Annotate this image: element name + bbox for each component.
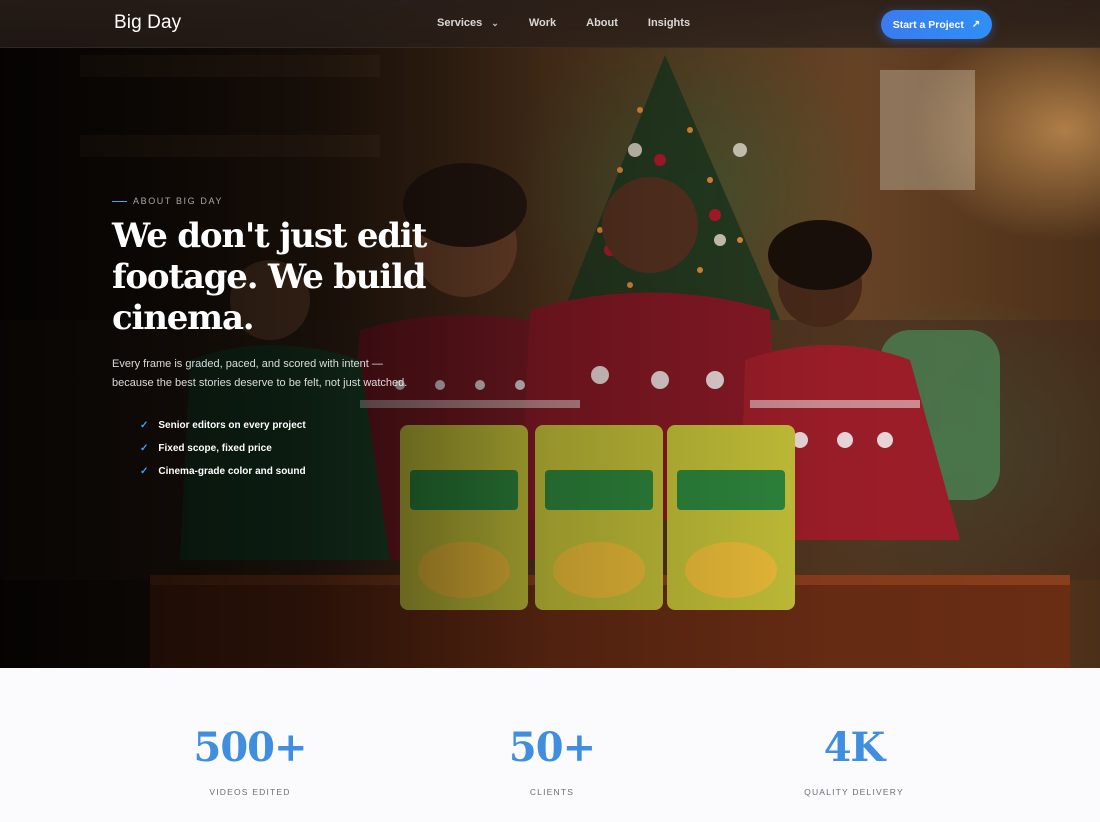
headline-line: footage. We build — [112, 257, 427, 297]
stat-value: 50+ — [508, 724, 596, 771]
nav-link-services[interactable]: Services ⌄ — [437, 17, 499, 29]
feature-item: ✓ Fixed scope, fixed price — [140, 437, 306, 460]
hero-headline: We don't just edit footage. We build cin… — [112, 216, 472, 339]
feature-item: ✓ Senior editors on every project — [140, 414, 306, 437]
headline-line: cinema. — [112, 298, 255, 338]
stats-section: 500+ VIDEOS EDITED 50+ CLIENTS 4K QUALIT… — [0, 668, 1100, 822]
hero-section: ABOUT BIG DAY We don't just edit footage… — [0, 0, 1100, 668]
feature-text: Fixed scope, fixed price — [158, 443, 272, 454]
stat-value: 500+ — [193, 724, 307, 771]
subcopy-line: Every frame is graded, paced, and scored… — [112, 358, 383, 370]
hero-eyebrow: ABOUT BIG DAY — [112, 196, 223, 206]
check-icon: ✓ — [140, 443, 149, 454]
nav-link-work[interactable]: Work — [529, 17, 556, 29]
nav-link-label: Insights — [647, 17, 691, 29]
start-project-button[interactable]: Start a Project ↗ — [881, 10, 992, 39]
check-icon: ✓ — [140, 466, 149, 477]
nav-link-insights[interactable]: Insights — [648, 17, 690, 29]
feature-text: Cinema-grade color and sound — [158, 466, 306, 477]
nav-link-label: About — [586, 17, 618, 29]
feature-text: Senior editors on every project — [158, 420, 306, 431]
top-navigation: Big Day Services ⌄ Work About Insights S… — [0, 0, 1100, 48]
brand-logo[interactable]: Big Day — [114, 12, 181, 34]
feature-list: ✓ Senior editors on every project ✓ Fixe… — [140, 414, 306, 483]
chevron-down-icon: ⌄ — [491, 17, 499, 28]
stat-label: QUALITY DELIVERY — [804, 787, 904, 797]
nav-link-about[interactable]: About — [586, 17, 618, 29]
cta-label: Start a Project — [892, 18, 964, 31]
eyebrow-text: ABOUT BIG DAY — [133, 196, 223, 206]
subcopy-line: because the best stories deserve to be f… — [112, 377, 408, 389]
nav-link-label: Services — [437, 17, 483, 29]
hero-subcopy: Every frame is graded, paced, and scored… — [112, 355, 452, 393]
nav-links: Services ⌄ Work About Insights — [437, 17, 720, 29]
headline-line: We don't just edit — [112, 216, 427, 256]
arrow-up-right-icon: ↗ — [971, 19, 981, 30]
feature-item: ✓ Cinema-grade color and sound — [140, 460, 306, 483]
eyebrow-line — [112, 200, 127, 202]
stat-label: VIDEOS EDITED — [209, 787, 291, 797]
stat-value: 4K — [823, 724, 886, 771]
stat-label: CLIENTS — [529, 787, 575, 797]
nav-link-label: Work — [528, 17, 557, 29]
check-icon: ✓ — [140, 420, 149, 431]
